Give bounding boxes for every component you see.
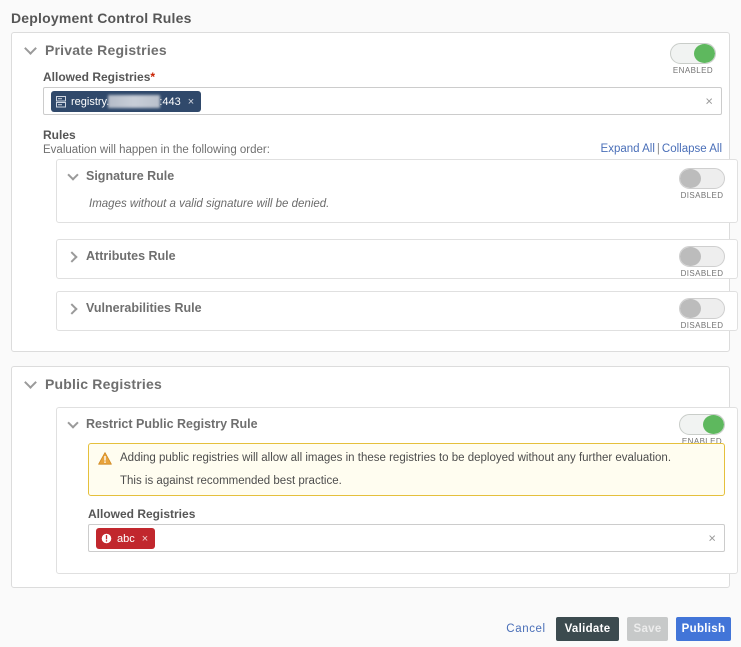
save-button[interactable]: Save: [627, 617, 668, 641]
rule-header-restrict-public-registry[interactable]: Restrict Public Registry Rule: [67, 417, 258, 431]
chevron-down-icon[interactable]: [67, 170, 79, 182]
registry-chip[interactable]: registry.:443 ×: [51, 91, 202, 112]
rule-header-vulnerabilities[interactable]: Vulnerabilities Rule: [67, 301, 202, 315]
expand-all-link[interactable]: Expand All: [601, 143, 655, 155]
toggle-knob: [703, 415, 724, 434]
toggle-switch[interactable]: [679, 246, 725, 267]
public-registry-chip[interactable]: abc ×: [96, 528, 156, 549]
private-registries-header[interactable]: Private Registries: [24, 42, 167, 58]
publish-button[interactable]: Publish: [676, 617, 731, 641]
toggle-knob: [694, 44, 715, 63]
rule-panel-vulnerabilities: Vulnerabilities Rule DISABLED: [56, 291, 738, 331]
remove-chip-icon[interactable]: ×: [188, 96, 194, 108]
toggle-state-label: DISABLED: [680, 191, 724, 200]
clear-input-icon[interactable]: ×: [708, 532, 716, 545]
toggle-switch[interactable]: [679, 168, 725, 189]
public-registry-warning: Adding public registries will allow all …: [88, 443, 725, 496]
collapse-all-link[interactable]: Collapse All: [662, 143, 722, 155]
rule-title: Vulnerabilities Rule: [86, 301, 202, 315]
chevron-down-icon[interactable]: [24, 377, 38, 391]
public-allowed-registries-input[interactable]: abc × ×: [88, 524, 725, 552]
public-allowed-registries-label: Allowed Registries: [88, 507, 196, 521]
toggle-switch[interactable]: [679, 298, 725, 319]
required-marker: *: [150, 70, 156, 84]
rule-title: Attributes Rule: [86, 249, 176, 263]
toggle-switch[interactable]: [670, 43, 716, 64]
warning-line-1: Adding public registries will allow all …: [120, 452, 672, 464]
rule-header-signature[interactable]: Signature Rule: [67, 169, 174, 183]
rule-title: Restrict Public Registry Rule: [86, 417, 258, 431]
rule-description: Images without a valid signature will be…: [89, 198, 330, 210]
redacted-host-segment: [108, 95, 161, 108]
public-registry-chip-text: abc: [117, 532, 135, 545]
expand-collapse-links: Expand All | Collapse All: [601, 143, 722, 155]
chevron-right-icon[interactable]: [67, 302, 79, 314]
rule-toggle-signature[interactable]: DISABLED: [673, 168, 731, 200]
allowed-registries-label: Allowed Registries*: [43, 70, 156, 84]
clear-input-icon[interactable]: ×: [705, 95, 713, 108]
chevron-right-icon[interactable]: [67, 250, 79, 262]
page-title: Deployment Control Rules: [11, 10, 192, 26]
rules-title: Rules: [43, 128, 76, 142]
rule-header-attributes[interactable]: Attributes Rule: [67, 249, 176, 263]
rule-panel-signature: Signature Rule Images without a valid si…: [56, 159, 738, 223]
private-registries-title: Private Registries: [45, 42, 167, 58]
public-registries-title: Public Registries: [45, 376, 162, 392]
server-icon: [56, 95, 66, 107]
rule-panel-restrict-public-registry: Restrict Public Registry Rule ENABLED Ad…: [56, 407, 738, 574]
warning-triangle-icon: [98, 452, 112, 465]
deployment-control-rules-page: Deployment Control Rules Private Registr…: [0, 0, 741, 647]
private-registries-card: Private Registries ENABLED Allowed Regis…: [11, 32, 738, 352]
toggle-knob: [680, 299, 701, 318]
rules-subtitle: Evaluation will happen in the following …: [43, 144, 270, 156]
rule-toggle-attributes[interactable]: DISABLED: [673, 246, 731, 278]
private-registries-toggle[interactable]: ENABLED: [664, 43, 722, 75]
toggle-switch[interactable]: [679, 414, 725, 435]
toggle-knob: [680, 247, 701, 266]
remove-chip-icon[interactable]: ×: [142, 533, 148, 545]
chevron-down-icon[interactable]: [24, 43, 38, 57]
rule-toggle-restrict-public-registry[interactable]: ENABLED: [673, 414, 731, 446]
private-allowed-registries-input[interactable]: registry.:443 × ×: [43, 87, 722, 115]
toggle-state-label: DISABLED: [680, 269, 724, 278]
validate-button[interactable]: Validate: [556, 617, 619, 641]
toggle-state-label: ENABLED: [672, 66, 714, 75]
rule-panel-attributes: Attributes Rule DISABLED: [56, 239, 738, 279]
registry-chip-text: registry.:443: [71, 95, 181, 108]
link-separator: |: [656, 143, 660, 155]
public-registries-card: Public Registries Restrict Public Regist…: [11, 366, 738, 588]
rule-title: Signature Rule: [86, 169, 175, 183]
toggle-state-label: DISABLED: [680, 321, 724, 330]
warning-line-2: This is against recommended best practic…: [120, 475, 342, 487]
rule-toggle-vulnerabilities[interactable]: DISABLED: [673, 298, 731, 330]
chevron-down-icon[interactable]: [67, 418, 79, 430]
toggle-knob: [680, 169, 701, 188]
error-circle-icon: [101, 533, 112, 544]
cancel-button[interactable]: Cancel: [505, 617, 547, 641]
public-registries-header[interactable]: Public Registries: [24, 376, 162, 392]
